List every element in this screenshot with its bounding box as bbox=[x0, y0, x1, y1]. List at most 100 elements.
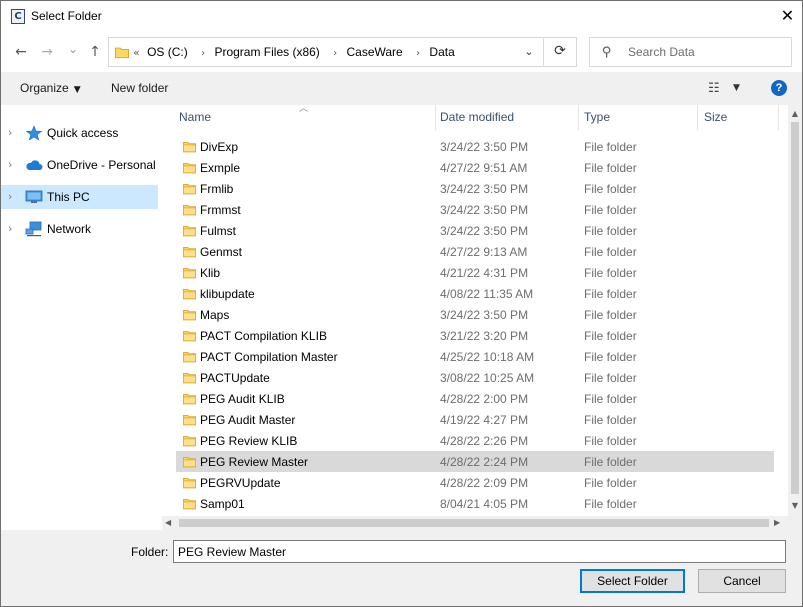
vertical-scroll-thumb[interactable] bbox=[791, 122, 799, 494]
address-divider bbox=[543, 38, 544, 66]
sidebar-item-label: Network bbox=[47, 222, 92, 236]
file-row[interactable]: PEG Review KLIB 4/28/22 2:26 PM File folde… bbox=[176, 430, 774, 451]
select-folder-dialog: C Select Folder ✕ ← → ⌄ ↑ « OS (C:) › Pr… bbox=[0, 0, 803, 607]
folder-name-input[interactable] bbox=[173, 540, 786, 563]
command-toolbar: Organize ▼ New folder ☷ ▼ ? bbox=[1, 72, 802, 105]
file-row[interactable]: PEG Review Master 4/28/22 2:24 PM File fol… bbox=[176, 451, 774, 472]
file-row[interactable]: Frmmst 3/24/22 3:50 PM File folder bbox=[176, 199, 774, 220]
chevron-down-icon[interactable]: ⌄ bbox=[519, 45, 539, 58]
folder-icon bbox=[183, 142, 196, 153]
new-folder-button[interactable]: New folder bbox=[111, 81, 168, 95]
file-name: PEGRVUpdate bbox=[200, 476, 281, 490]
help-icon[interactable]: ? bbox=[771, 80, 787, 96]
file-type: File folder bbox=[584, 371, 637, 385]
window-title: Select Folder bbox=[31, 9, 102, 23]
file-row[interactable]: Genmst 4/27/22 9:13 AM File folder bbox=[176, 241, 774, 262]
breadcrumb-item-os[interactable]: OS (C:) bbox=[147, 45, 188, 59]
forward-button[interactable]: → bbox=[37, 42, 57, 62]
chevron-right-icon[interactable]: › bbox=[8, 158, 12, 171]
chevron-right-icon[interactable]: › bbox=[201, 48, 205, 59]
folder-icon bbox=[183, 184, 196, 195]
file-row[interactable]: Frmlib 3/24/22 3:50 PM File folder bbox=[176, 178, 774, 199]
file-row[interactable]: PEGRVUpdate 4/28/22 2:09 PM File folder bbox=[176, 472, 774, 493]
vertical-scrollbar[interactable]: ▲ ▼ bbox=[788, 105, 802, 516]
caret-down-icon[interactable]: ▼ bbox=[733, 83, 740, 93]
column-header-name[interactable]: Name bbox=[179, 105, 435, 130]
file-type: File folder bbox=[584, 287, 637, 301]
horizontal-scrollbar[interactable]: ◀ ▶ bbox=[162, 516, 788, 530]
folder-icon bbox=[183, 331, 196, 342]
scroll-right-arrow-icon[interactable]: ▶ bbox=[774, 516, 780, 530]
file-row[interactable]: Exmple 4/27/22 9:51 AM File folder bbox=[176, 157, 774, 178]
scroll-up-arrow-icon[interactable]: ▲ bbox=[788, 109, 802, 118]
file-row[interactable]: PACTUpdate 3/08/22 10:25 AM File folder bbox=[176, 367, 774, 388]
file-row[interactable]: PACT Compilation Master 4/25/22 10:18 AM F… bbox=[176, 346, 774, 367]
column-divider[interactable] bbox=[578, 105, 579, 130]
close-button[interactable]: ✕ bbox=[773, 1, 802, 32]
file-row[interactable]: Fulmst 3/24/22 3:50 PM File folder bbox=[176, 220, 774, 241]
file-row[interactable]: Samp01 8/04/21 4:05 PM File folder bbox=[176, 493, 774, 514]
file-name: klibupdate bbox=[200, 287, 255, 301]
column-header-date-modified[interactable]: Date modified bbox=[440, 105, 578, 130]
column-header-size[interactable]: Size bbox=[704, 105, 778, 130]
back-button[interactable]: ← bbox=[11, 42, 31, 62]
scroll-down-arrow-icon[interactable]: ▼ bbox=[788, 501, 802, 510]
search-box[interactable]: ⚲ bbox=[589, 37, 792, 67]
breadcrumb-item-caseware[interactable]: CaseWare bbox=[346, 45, 402, 59]
file-type: File folder bbox=[584, 161, 637, 175]
file-date-modified: 3/24/22 3:50 PM bbox=[440, 182, 529, 196]
folder-label: Folder: bbox=[131, 545, 169, 559]
sidebar-item-onedrive[interactable]: › OneDrive - Personal bbox=[1, 153, 158, 177]
sidebar-item-this-pc[interactable]: › This PC bbox=[1, 185, 158, 209]
file-row[interactable]: klibupdate 4/08/22 11:35 AM File folder bbox=[176, 283, 774, 304]
chevron-right-icon[interactable]: › bbox=[8, 222, 12, 235]
column-divider[interactable] bbox=[778, 105, 779, 130]
chevron-right-icon[interactable]: › bbox=[333, 48, 337, 59]
up-button[interactable]: ↑ bbox=[85, 42, 105, 62]
cancel-button[interactable]: Cancel bbox=[698, 569, 786, 593]
file-name: PEG Review Master bbox=[200, 455, 309, 469]
file-row[interactable]: DivExp 3/24/22 3:50 PM File folder bbox=[176, 136, 774, 157]
refresh-icon[interactable]: ⟳ bbox=[549, 43, 571, 59]
horizontal-scroll-thumb[interactable] bbox=[179, 519, 769, 527]
file-row[interactable]: PACT Compilation KLIB 3/21/22 3:20 PM File… bbox=[176, 325, 774, 346]
caseware-app-icon: C bbox=[11, 9, 25, 24]
file-type: File folder bbox=[584, 476, 637, 490]
search-icon: ⚲ bbox=[602, 45, 612, 60]
file-date-modified: 4/21/22 4:31 PM bbox=[440, 266, 529, 280]
file-type: File folder bbox=[584, 392, 637, 406]
file-date-modified: 3/24/22 3:50 PM bbox=[440, 140, 529, 154]
chevron-right-icon[interactable]: › bbox=[8, 190, 12, 203]
file-type: File folder bbox=[584, 203, 637, 217]
file-row[interactable]: PEG Audit KLIB 4/28/22 2:00 PM File folder bbox=[176, 388, 774, 409]
breadcrumb-item-program-files[interactable]: Program Files (x86) bbox=[214, 45, 319, 59]
folder-icon bbox=[183, 499, 196, 510]
column-divider[interactable] bbox=[697, 105, 698, 130]
address-bar[interactable]: « OS (C:) › Program Files (x86) › CaseWa… bbox=[108, 37, 577, 67]
sidebar-item-quick-access[interactable]: › Quick access bbox=[1, 121, 158, 145]
file-row[interactable]: PEG Audit Master 4/19/22 4:27 PM File fold… bbox=[176, 409, 774, 430]
folder-icon bbox=[183, 478, 196, 489]
computer-icon bbox=[25, 190, 43, 203]
scroll-left-arrow-icon[interactable]: ◀ bbox=[165, 516, 171, 530]
sidebar-item-network[interactable]: › Network bbox=[1, 217, 158, 241]
file-row[interactable]: Klib 4/21/22 4:31 PM File folder bbox=[176, 262, 774, 283]
organize-button[interactable]: Organize ▼ bbox=[20, 81, 81, 95]
details-view-icon[interactable]: ☷ bbox=[708, 81, 720, 96]
select-folder-button[interactable]: Select Folder bbox=[580, 569, 685, 593]
column-divider[interactable] bbox=[435, 105, 436, 130]
folder-icon bbox=[183, 247, 196, 258]
file-date-modified: 3/21/22 3:20 PM bbox=[440, 329, 529, 343]
file-date-modified: 8/04/21 4:05 PM bbox=[440, 497, 529, 511]
chevron-right-icon[interactable]: › bbox=[8, 126, 12, 139]
breadcrumb-item-data[interactable]: Data bbox=[429, 45, 454, 59]
recent-locations-button[interactable]: ⌄ bbox=[64, 39, 82, 59]
file-row[interactable]: Maps 3/24/22 3:50 PM File folder bbox=[176, 304, 774, 325]
chevron-right-icon[interactable]: › bbox=[416, 48, 420, 59]
column-header-type[interactable]: Type bbox=[584, 105, 697, 130]
breadcrumb-overflow[interactable]: « bbox=[133, 46, 140, 59]
folder-icon bbox=[183, 163, 196, 174]
search-input[interactable] bbox=[628, 44, 778, 60]
file-type: File folder bbox=[584, 434, 637, 448]
file-type: File folder bbox=[584, 308, 637, 322]
